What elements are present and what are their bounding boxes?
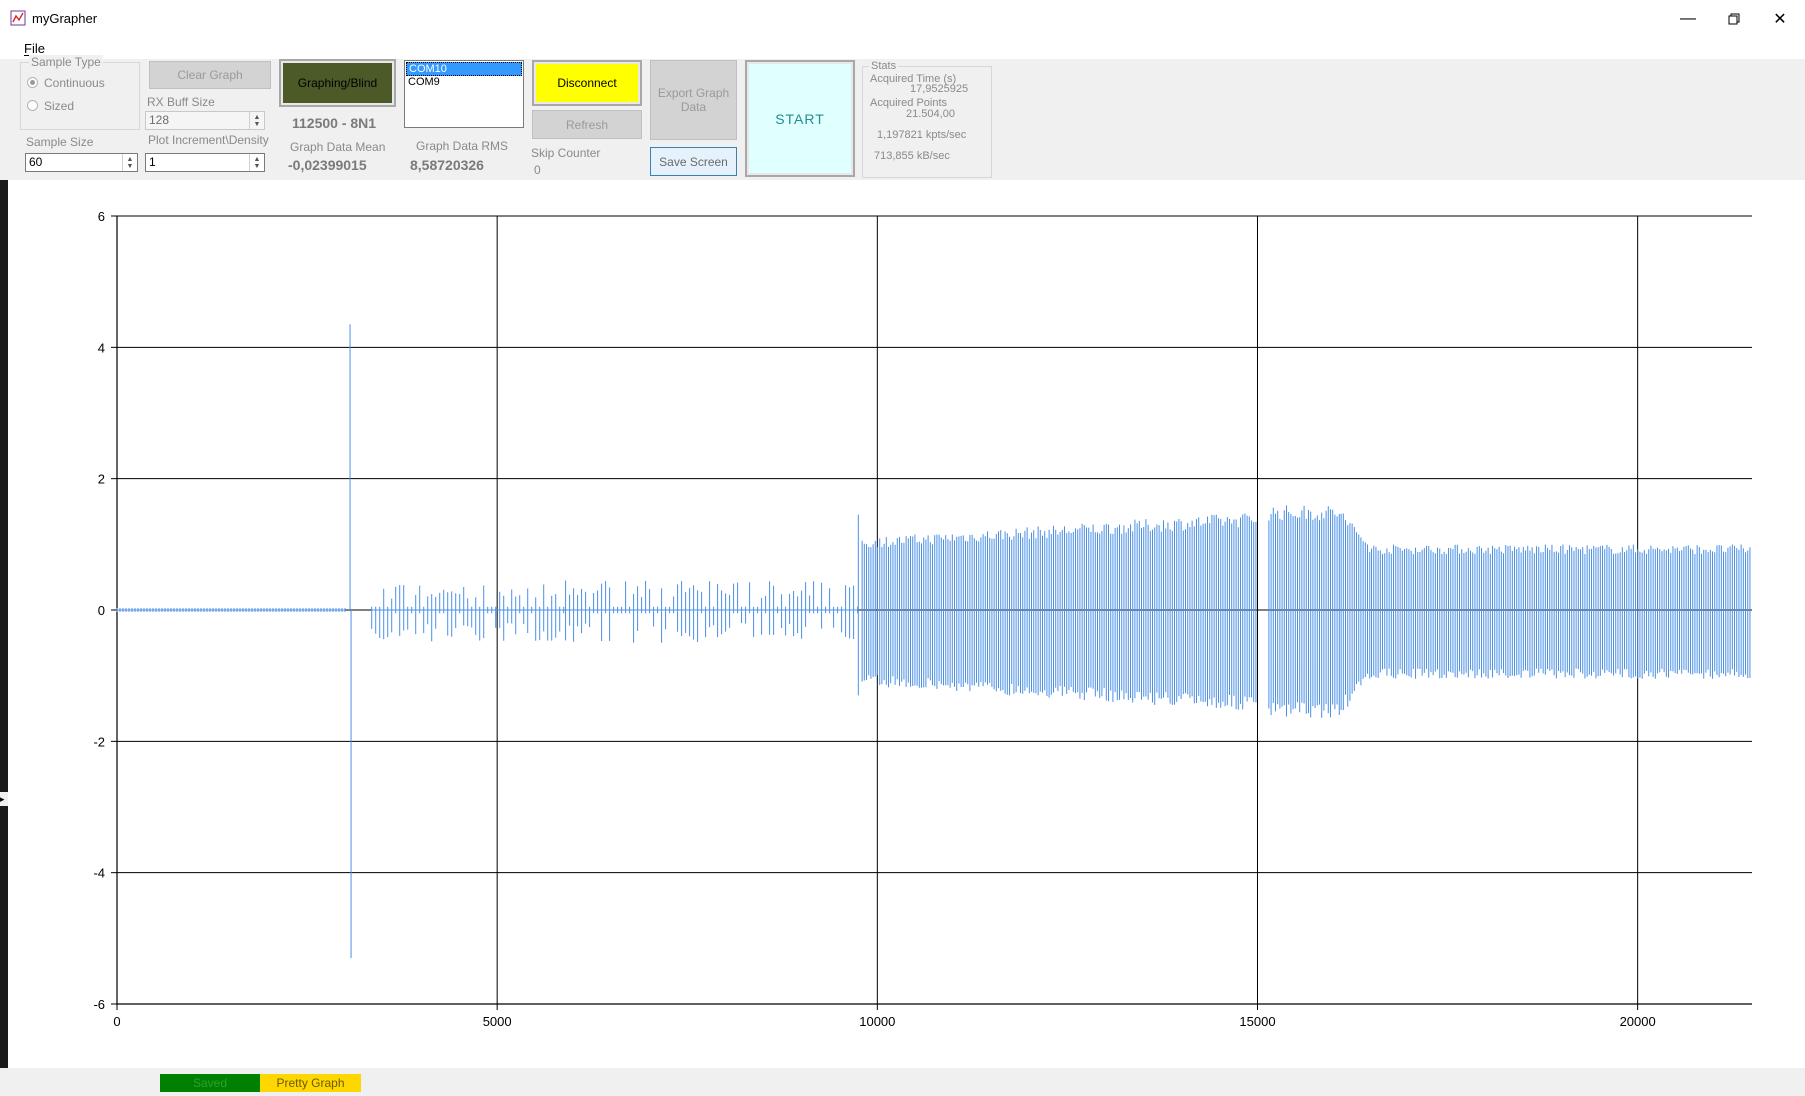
- plot-increment-value: 1: [149, 155, 156, 169]
- skip-counter-label: Skip Counter: [531, 146, 601, 160]
- y-tick-label: -6: [93, 997, 105, 1012]
- sample-size-spinner[interactable]: ▲ ▼: [122, 154, 137, 171]
- minimize-icon[interactable]: —: [1665, 0, 1711, 37]
- window-title: myGrapher: [32, 11, 98, 26]
- app-icon: [10, 10, 26, 26]
- rx-buff-spinner[interactable]: ▲ ▼: [249, 112, 264, 129]
- graph-mean-label: Graph Data Mean: [290, 140, 386, 154]
- stats-label: Stats: [869, 60, 899, 72]
- y-tick-label: -2: [93, 734, 105, 749]
- graph-rms-value: 8,58720326: [410, 157, 484, 173]
- sized-label: Sized: [44, 99, 75, 113]
- com-port-list[interactable]: COM10 COM9: [404, 60, 524, 128]
- graph-mean-value: -0,02399015: [288, 157, 367, 173]
- x-tick-label: 15000: [1239, 1014, 1275, 1029]
- x-tick-label: 20000: [1620, 1014, 1656, 1029]
- pretty-graph-status: Pretty Graph: [260, 1074, 361, 1092]
- x-tick-label: 0: [113, 1014, 120, 1029]
- rx-buff-input[interactable]: 128 ▲ ▼: [145, 111, 265, 130]
- continuous-label: Continuous: [44, 76, 105, 90]
- menu-bar: [0, 37, 1805, 59]
- y-tick-label: 0: [98, 603, 105, 618]
- menu-file[interactable]: File: [24, 41, 45, 56]
- com-port-item-selected[interactable]: COM10: [406, 62, 522, 76]
- y-tick-label: 6: [98, 209, 105, 224]
- disconnect-frame: Disconnect: [532, 60, 642, 106]
- graph-plot: 0 5000 10000 15000 20000 -6 -4 -2 0 2 4 6: [93, 209, 1752, 1029]
- sized-radio[interactable]: [27, 100, 38, 111]
- sample-size-label: Sample Size: [26, 135, 94, 149]
- disconnect-button[interactable]: Disconnect: [536, 64, 638, 102]
- plot-increment-label: Plot Increment\Density: [148, 133, 269, 147]
- plot-increment-spinner[interactable]: ▲ ▼: [249, 154, 264, 171]
- sample-type-label: Sample Type: [29, 55, 103, 69]
- serial-config-label: 112500 - 8N1: [292, 115, 377, 131]
- plot-increment-input[interactable]: 1 ▲ ▼: [145, 153, 265, 172]
- kpts-rate-value: 1,197821 kpts/sec: [877, 129, 967, 141]
- signal-series-line: [116, 324, 1751, 959]
- acquired-points-value: 21.504,00: [906, 108, 955, 120]
- refresh-button[interactable]: Refresh: [532, 110, 642, 139]
- sample-size-value: 60: [29, 155, 43, 169]
- export-graph-data-button[interactable]: Export Graph Data: [650, 60, 737, 140]
- kb-rate-value: 713,855 kB/sec: [874, 150, 950, 162]
- x-tick-label: 10000: [859, 1014, 895, 1029]
- save-screen-button[interactable]: Save Screen: [650, 147, 737, 176]
- rx-buff-label: RX Buff Size: [147, 95, 215, 109]
- start-button[interactable]: START: [749, 64, 851, 173]
- y-tick-label: 2: [98, 472, 105, 487]
- sample-type-group: [20, 62, 140, 130]
- skip-counter-value: 0: [534, 163, 541, 177]
- com-port-item[interactable]: COM9: [406, 76, 522, 89]
- y-tick-label: 4: [98, 340, 105, 355]
- clear-graph-button[interactable]: Clear Graph: [149, 61, 271, 89]
- rx-buff-value: 128: [149, 113, 170, 127]
- sample-size-input[interactable]: 60 ▲ ▼: [25, 153, 138, 172]
- start-frame: START: [745, 60, 855, 177]
- restore-icon[interactable]: [1711, 0, 1757, 37]
- y-tick-label: -4: [93, 866, 105, 881]
- graphing-blind-button[interactable]: Graphing/Blind: [283, 63, 392, 103]
- continuous-radio[interactable]: [27, 77, 38, 88]
- x-tick-label: 5000: [483, 1014, 512, 1029]
- graphing-blind-frame: Graphing/Blind: [279, 59, 396, 107]
- saved-status: Saved: [160, 1074, 260, 1092]
- title-bar: [0, 0, 1805, 37]
- close-icon[interactable]: ✕: [1757, 0, 1803, 37]
- graph-rms-label: Graph Data RMS: [416, 139, 509, 153]
- acquired-time-value: 17,9525925: [910, 83, 969, 95]
